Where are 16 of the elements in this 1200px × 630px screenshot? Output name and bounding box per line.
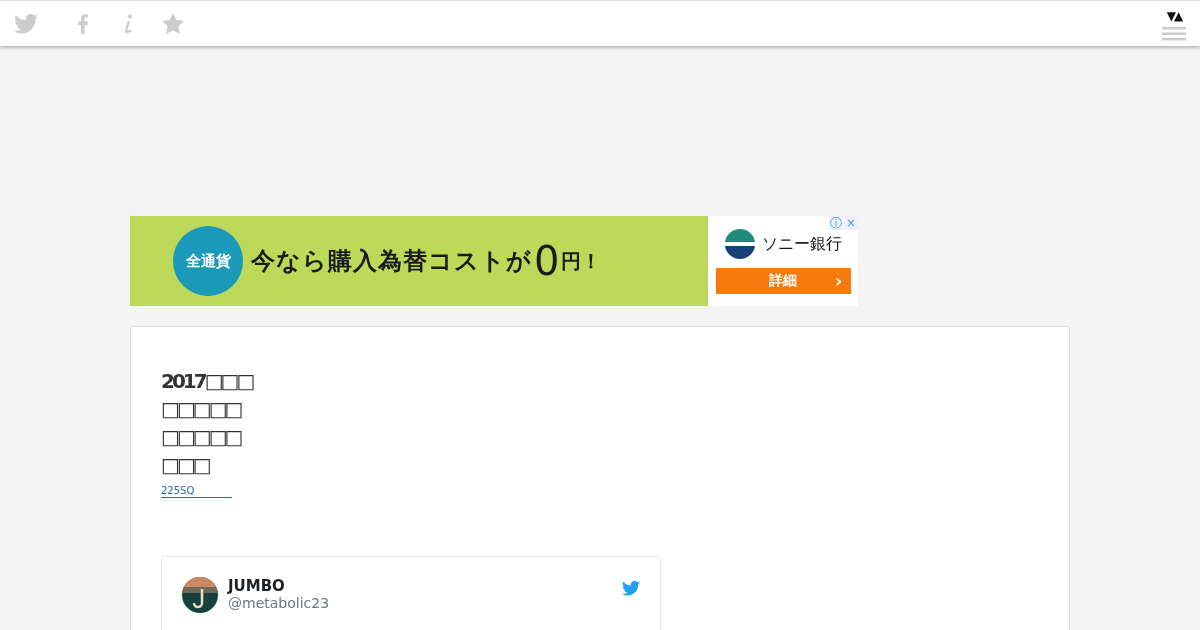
source-link[interactable]: 225SQ — [161, 485, 233, 498]
bank-logo-icon — [724, 228, 756, 260]
article-title: 2017□□□□□□□□□□□□□□□□ — [161, 368, 254, 479]
tweet-author-handle: @metabolic23 — [228, 595, 331, 611]
star-icon[interactable] — [161, 13, 184, 34]
ad-headline: 今なら購入為替コストが — [251, 246, 532, 277]
bank-name: ソニー銀行 — [762, 233, 842, 255]
menu-icon[interactable] — [1162, 26, 1186, 41]
ad-badge: 全通貨 — [173, 226, 243, 296]
facebook-icon[interactable] — [77, 13, 88, 34]
ad-amount: 0 — [534, 241, 560, 281]
bird-icon[interactable] — [622, 581, 640, 596]
bird-icon[interactable] — [14, 13, 38, 34]
toggle-button[interactable]: ▼▲ — [1166, 8, 1182, 23]
tweet-author-name: JUMBO — [228, 577, 286, 595]
ad-unit: 円！ — [561, 247, 602, 275]
